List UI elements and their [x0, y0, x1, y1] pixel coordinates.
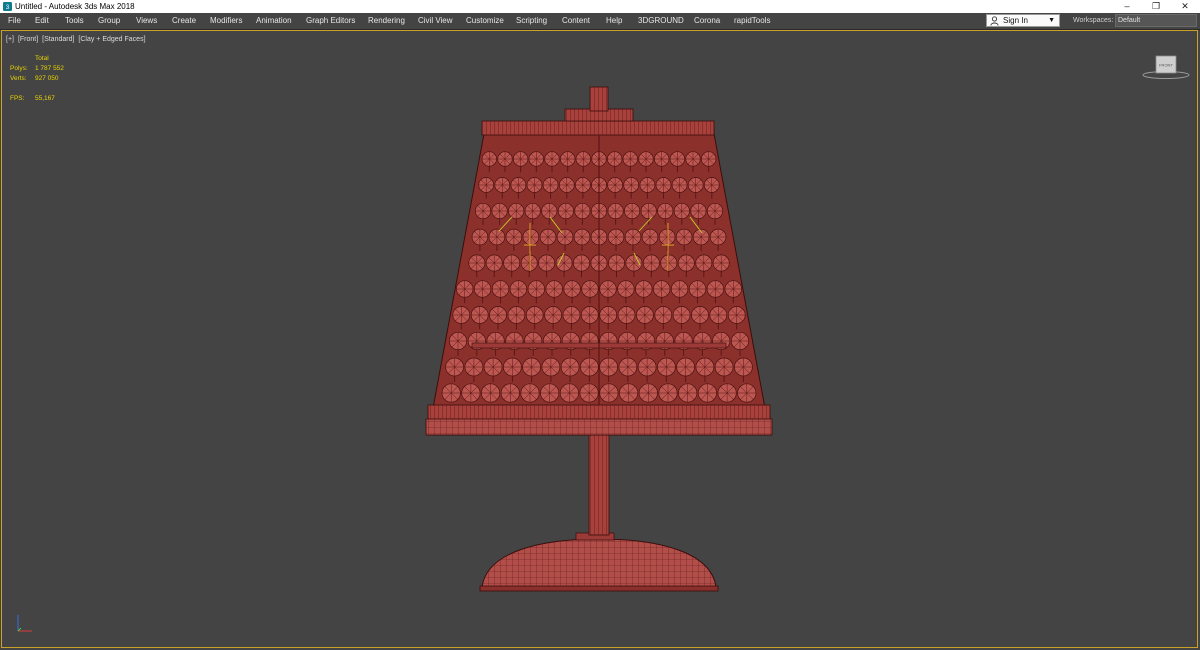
- menu-rapidtools[interactable]: rapidTools: [734, 15, 770, 27]
- menu-3dground[interactable]: 3DGROUND: [638, 15, 684, 27]
- menu-graph-editors[interactable]: Graph Editors: [306, 15, 355, 27]
- menu-views[interactable]: Views: [136, 15, 157, 27]
- user-icon: [990, 16, 999, 26]
- minimize-button[interactable]: –: [1112, 0, 1142, 13]
- front-viewport[interactable]: [+] [Front] [Standard] [Clay + Edged Fac…: [1, 30, 1198, 648]
- menu-modifiers[interactable]: Modifiers: [210, 15, 242, 27]
- chevron-down-icon: ▼: [1048, 17, 1055, 24]
- workspaces-value: Default: [1118, 17, 1141, 24]
- lamp-stem: [588, 428, 610, 536]
- menu-group[interactable]: Group: [98, 15, 120, 27]
- sign-in-label: Sign In: [1003, 16, 1028, 25]
- menu-animation[interactable]: Animation: [256, 15, 292, 27]
- menu-edit[interactable]: Edit: [35, 15, 49, 27]
- lamp-model-wireframe[interactable]: [2, 31, 1197, 647]
- svg-text:3: 3: [6, 4, 10, 11]
- menu-civil-view[interactable]: Civil View: [418, 15, 453, 27]
- window-title: Untitled - Autodesk 3ds Max 2018: [15, 2, 135, 11]
- close-button[interactable]: ✕: [1170, 0, 1200, 13]
- title-bar: 3 Untitled - Autodesk 3ds Max 2018 – ❐ ✕: [0, 0, 1200, 13]
- workspaces-select[interactable]: Default: [1115, 14, 1197, 27]
- menu-tools[interactable]: Tools: [65, 15, 84, 27]
- menu-file[interactable]: File: [8, 15, 21, 27]
- lamp-base: [479, 532, 719, 592]
- menu-rendering[interactable]: Rendering: [368, 15, 405, 27]
- menu-corona[interactable]: Corona: [694, 15, 720, 27]
- menu-customize[interactable]: Customize: [466, 15, 504, 27]
- menu-create[interactable]: Create: [172, 15, 196, 27]
- menu-help[interactable]: Help: [606, 15, 622, 27]
- 3ds-max-app-icon: 3: [3, 2, 12, 11]
- menu-content[interactable]: Content: [562, 15, 590, 27]
- menu-scripting[interactable]: Scripting: [516, 15, 547, 27]
- workspaces-label: Workspaces:: [1073, 17, 1114, 24]
- lamp-finial: [564, 86, 634, 122]
- axis-tripod-icon: [17, 615, 32, 632]
- maximize-button[interactable]: ❐: [1141, 0, 1171, 13]
- sign-in-dropdown[interactable]: Sign In ▼: [986, 14, 1060, 27]
- lamp-shade: [425, 120, 773, 436]
